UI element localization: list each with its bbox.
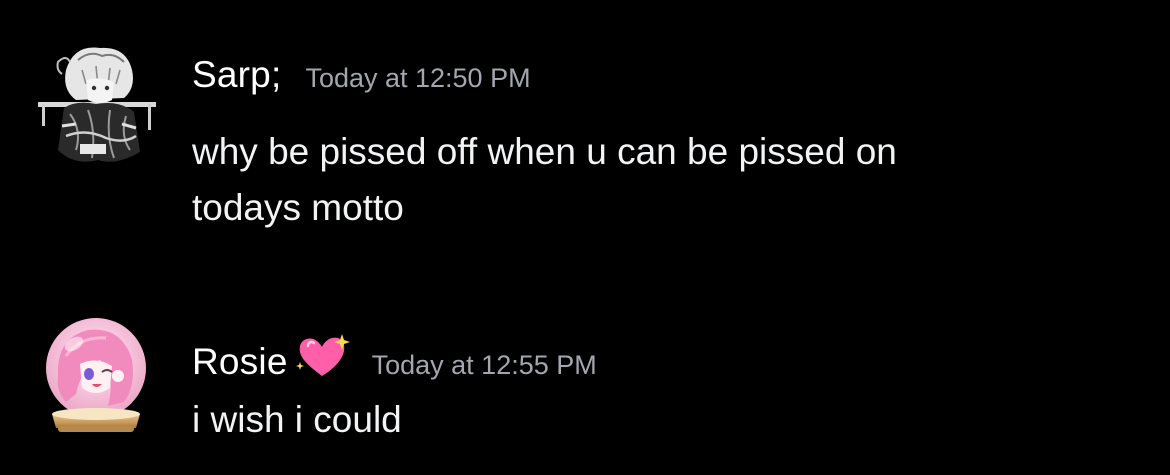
avatar-image <box>36 40 158 170</box>
message-line: i wish i could <box>192 399 402 440</box>
avatar-image <box>46 318 146 432</box>
username[interactable]: Rosie <box>192 341 288 383</box>
message-content: why be pissed off when u can be pissed o… <box>192 124 897 236</box>
message-header: Rosie Today at 12:55 PM <box>192 326 597 383</box>
timestamp[interactable]: Today at 12:50 PM <box>305 63 530 94</box>
message-header: Sarp; Today at 12:50 PM <box>192 54 531 96</box>
avatar[interactable] <box>36 316 158 446</box>
timestamp[interactable]: Today at 12:55 PM <box>372 350 597 381</box>
message-content: i wish i could <box>192 392 402 448</box>
avatar[interactable] <box>36 40 158 170</box>
username[interactable]: Sarp; <box>192 54 281 96</box>
message-line: todays motto <box>192 187 404 228</box>
sparkling-heart-icon <box>295 332 350 380</box>
message-line: why be pissed off when u can be pissed o… <box>192 131 897 172</box>
